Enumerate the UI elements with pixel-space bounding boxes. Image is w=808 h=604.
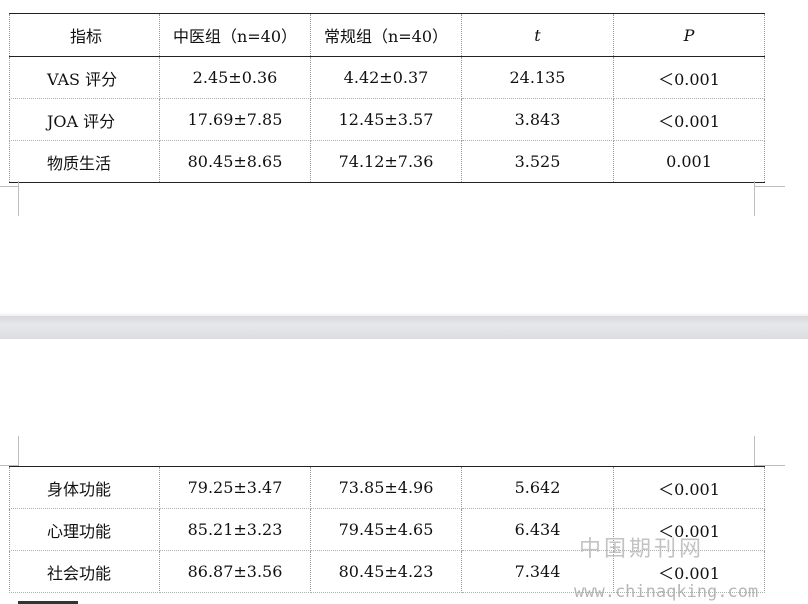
- cell-tcm: 79.25±3.47: [159, 466, 311, 509]
- margin-mark: [18, 181, 19, 216]
- cell-t: 24.135: [461, 56, 614, 99]
- cell-conventional: 80.45±4.23: [310, 550, 462, 593]
- row-label: 心理功能: [9, 508, 160, 551]
- cell-p: ＜0.001: [613, 508, 765, 551]
- table-row: JOA 评分 17.69±7.85 12.45±3.57 3.843 ＜0.00…: [9, 98, 765, 141]
- margin-mark: [0, 186, 18, 187]
- margin-mark: [755, 186, 785, 187]
- cell-t: 6.434: [461, 508, 614, 551]
- cell-conventional: 12.45±3.57: [310, 98, 462, 141]
- cell-t: 7.344: [461, 550, 614, 593]
- cell-tcm: 80.45±8.65: [159, 140, 311, 183]
- cell-t: 3.525: [461, 140, 614, 183]
- cell-conventional: 4.42±0.37: [310, 56, 462, 99]
- header-indicator: 指标: [9, 13, 160, 57]
- table-row: 社会功能 86.87±3.56 80.45±4.23 7.344 ＜0.001: [9, 550, 765, 593]
- table-row: 身体功能 79.25±3.47 73.85±4.96 5.642 ＜0.001: [9, 466, 765, 509]
- margin-mark: [754, 436, 755, 466]
- margin-mark: [18, 436, 19, 466]
- data-table-bottom: 身体功能 79.25±3.47 73.85±4.96 5.642 ＜0.001 …: [9, 466, 765, 593]
- cell-tcm: 2.45±0.36: [159, 56, 311, 99]
- row-label: VAS 评分: [9, 56, 160, 99]
- table-row: 物质生活 80.45±8.65 74.12±7.36 3.525 0.001: [9, 140, 765, 183]
- row-label: 物质生活: [9, 140, 160, 183]
- row-label: 身体功能: [9, 466, 160, 509]
- page-gap: [0, 316, 808, 339]
- table-row: 心理功能 85.21±3.23 79.45±4.65 6.434 ＜0.001: [9, 508, 765, 551]
- cell-t: 5.642: [461, 466, 614, 509]
- header-p: P: [613, 13, 765, 57]
- header-t: t: [461, 13, 614, 57]
- row-label: JOA 评分: [9, 98, 160, 141]
- cell-tcm: 85.21±3.23: [159, 508, 311, 551]
- cell-conventional: 74.12±7.36: [310, 140, 462, 183]
- cell-p: 0.001: [613, 140, 765, 183]
- row-label: 社会功能: [9, 550, 160, 593]
- cell-p: ＜0.001: [613, 466, 765, 509]
- header-conventional-group: 常规组（n=40）: [310, 13, 462, 57]
- table-row: VAS 评分 2.45±0.36 4.42±0.37 24.135 ＜0.001: [9, 56, 765, 99]
- cell-p: ＜0.001: [613, 56, 765, 99]
- data-table-top: 指标 中医组（n=40） 常规组（n=40） t P VAS 评分 2.45±0…: [9, 13, 765, 183]
- cell-p: ＜0.001: [613, 98, 765, 141]
- cell-p: ＜0.001: [613, 550, 765, 593]
- table-header-row: 指标 中医组（n=40） 常规组（n=40） t P: [9, 13, 765, 57]
- cell-conventional: 73.85±4.96: [310, 466, 462, 509]
- cell-t: 3.843: [461, 98, 614, 141]
- cell-tcm: 86.87±3.56: [159, 550, 311, 593]
- header-tcm-group: 中医组（n=40）: [159, 13, 311, 57]
- cell-tcm: 17.69±7.85: [159, 98, 311, 141]
- cell-conventional: 79.45±4.65: [310, 508, 462, 551]
